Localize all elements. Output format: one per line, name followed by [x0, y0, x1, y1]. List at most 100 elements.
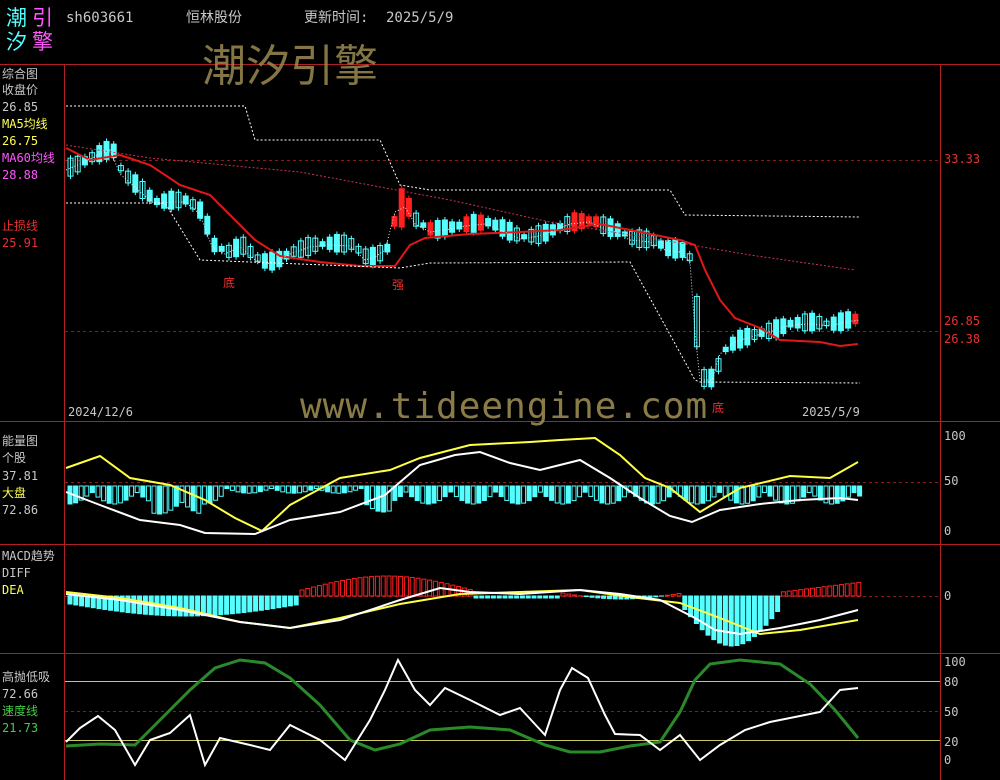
- energy-bar: [829, 485, 835, 505]
- candle-body: [333, 233, 340, 253]
- update-date: 2025/5/9: [386, 10, 454, 26]
- energy-bar: [649, 485, 655, 505]
- candle-body: [665, 240, 672, 257]
- energy-bar: [442, 485, 448, 498]
- energy-title: 能量图: [2, 434, 39, 448]
- macd-bar: [311, 586, 317, 597]
- energy-bar: [414, 485, 420, 502]
- close-value: 26.85: [2, 100, 39, 114]
- energy-bar: [549, 485, 555, 501]
- macd-bar: [485, 595, 491, 599]
- energy-bar: [207, 485, 213, 504]
- energy-bar: [280, 485, 286, 493]
- macd-bar: [653, 595, 659, 598]
- candle-body: [384, 243, 391, 253]
- macd-bar: [682, 595, 688, 611]
- candle-body: [391, 216, 398, 227]
- macd-bar: [403, 576, 409, 597]
- energy-bar: [851, 485, 857, 494]
- candle-body: [420, 222, 427, 228]
- candle-body: [233, 238, 240, 258]
- energy-bar: [610, 485, 616, 504]
- logo-char-3: 汐: [6, 30, 27, 54]
- candle-body: [182, 195, 189, 205]
- macd-bar: [705, 595, 711, 636]
- macd-bar: [763, 595, 769, 626]
- macd-bar: [514, 595, 520, 599]
- energy-bar: [801, 485, 807, 498]
- osc-main-line: [65, 657, 859, 768]
- energy-bar: [431, 485, 437, 504]
- macd-bar: [833, 584, 839, 597]
- macd-bar: [235, 595, 241, 614]
- energy-bar: [537, 485, 543, 493]
- macd-bar: [519, 595, 525, 599]
- energy-bar: [543, 485, 549, 497]
- candle-body: [441, 219, 448, 238]
- energy-bar: [84, 485, 90, 497]
- candle-body: [787, 319, 794, 328]
- stop-label: 止损线: [2, 219, 39, 233]
- macd-bar: [177, 595, 183, 617]
- logo-char-2: 引: [32, 6, 53, 30]
- candle-body: [434, 220, 441, 239]
- energy-bar: [577, 485, 583, 498]
- energy-bar: [140, 485, 146, 498]
- macd-bar: [287, 595, 293, 607]
- macd-bar: [525, 595, 531, 599]
- macd-bar: [79, 595, 85, 607]
- energy-bar: [845, 485, 851, 498]
- energy-bar: [823, 485, 829, 504]
- energy-bar: [106, 485, 112, 504]
- energy-bar: [134, 485, 140, 493]
- macd-bar: [589, 595, 595, 598]
- osc-axis-80: 80: [944, 675, 959, 689]
- energy-axis-100: 100: [944, 429, 966, 443]
- energy-bar: [711, 485, 717, 498]
- energy-bar: [162, 485, 168, 514]
- macd-bar: [548, 595, 554, 599]
- macd-bar: [502, 595, 508, 599]
- macd-bar: [508, 595, 514, 599]
- energy-bar: [515, 485, 521, 505]
- energy-market-label: 大盘: [2, 486, 27, 500]
- macd-bar: [676, 592, 682, 597]
- energy-bar: [593, 485, 599, 501]
- macd-dea-label: DEA: [2, 583, 24, 597]
- energy-bar: [470, 485, 476, 505]
- macd-bar: [363, 576, 369, 597]
- energy-axis-50: 50: [944, 474, 959, 488]
- energy-bar: [196, 485, 202, 514]
- energy-bar: [241, 485, 247, 494]
- macd-bar: [606, 595, 612, 600]
- energy-bar: [308, 485, 314, 491]
- energy-bar: [504, 485, 510, 501]
- candle-body: [585, 216, 592, 225]
- macd-bar: [67, 595, 73, 605]
- watermark-brand: 潮汐引擎: [202, 41, 378, 92]
- candle-body: [463, 216, 470, 233]
- candle-body: [737, 329, 744, 349]
- energy-bar: [498, 485, 504, 498]
- macd-bar: [838, 584, 844, 597]
- macd-bar: [183, 595, 189, 617]
- osc-title: 高抛低吸: [2, 670, 51, 684]
- energy-bar: [403, 485, 409, 493]
- osc-axis-0: 0: [944, 753, 952, 767]
- macd-bar: [554, 595, 560, 599]
- energy-bar: [857, 485, 863, 497]
- candle-body: [744, 328, 751, 346]
- candle-body: [369, 246, 376, 266]
- energy-bar: [89, 485, 95, 494]
- macd-bar: [357, 577, 363, 597]
- energy-bar: [459, 485, 465, 501]
- energy-bar: [269, 485, 275, 490]
- energy-stock-value: 37.81: [2, 469, 39, 483]
- osc-value: 72.66: [2, 687, 39, 701]
- energy-bar: [117, 485, 123, 504]
- energy-bar: [381, 485, 387, 513]
- macd-bar: [664, 594, 670, 597]
- macd-bar: [769, 595, 775, 620]
- macd-bar: [206, 595, 212, 616]
- macd-bar: [827, 585, 833, 597]
